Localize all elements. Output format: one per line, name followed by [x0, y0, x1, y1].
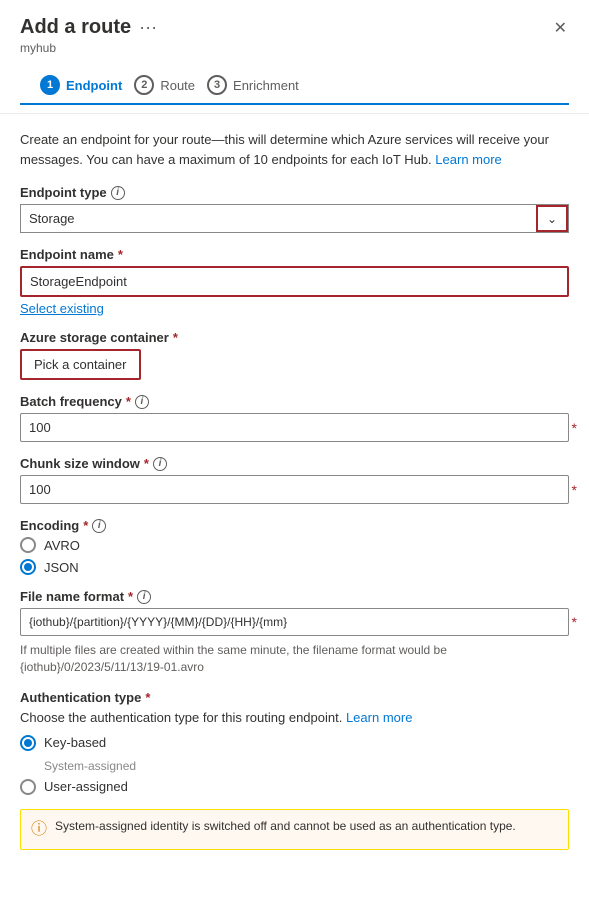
- chevron-down-icon: ⌄: [547, 212, 557, 226]
- auth-user-assigned-option[interactable]: User-assigned: [20, 779, 569, 795]
- key-based-radio-selected: [20, 735, 36, 751]
- chunk-size-group: Chunk size window * i *: [20, 456, 569, 504]
- auth-key-based-option[interactable]: Key-based: [20, 735, 569, 751]
- learn-more-link-description[interactable]: Learn more: [435, 152, 501, 167]
- panel-content: Create an endpoint for your route—this w…: [0, 114, 589, 866]
- file-name-format-label: File name format * i: [20, 589, 569, 604]
- json-radio-selected: [20, 559, 36, 575]
- step-label-enrichment: Enrichment: [233, 78, 299, 93]
- warning-box: ⓘ System-assigned identity is switched o…: [20, 809, 569, 850]
- panel-title: Add a route: [20, 16, 131, 39]
- key-based-label: Key-based: [44, 735, 106, 750]
- user-assigned-radio-unselected: [20, 779, 36, 795]
- step-label-endpoint: Endpoint: [66, 78, 122, 93]
- warning-text: System-assigned identity is switched off…: [55, 818, 516, 835]
- warning-icon: ⓘ: [31, 819, 47, 841]
- user-assigned-label: User-assigned: [44, 779, 128, 794]
- step-circle-2: 2: [134, 75, 154, 95]
- endpoint-name-group: Endpoint name * Select existing: [20, 247, 569, 316]
- endpoint-type-label: Endpoint type i: [20, 185, 569, 200]
- panel-subtitle: myhub: [20, 41, 569, 55]
- encoding-label: Encoding * i: [20, 518, 569, 533]
- storage-container-group: Azure storage container * Pick a contain…: [20, 330, 569, 380]
- json-label: JSON: [44, 560, 79, 575]
- chunk-size-required-indicator: *: [572, 482, 577, 498]
- pick-container-button[interactable]: Pick a container: [20, 349, 141, 380]
- batch-frequency-group: Batch frequency * i *: [20, 394, 569, 442]
- file-format-hint: If multiple files are created within the…: [20, 642, 569, 676]
- step-enrichment[interactable]: 3 Enrichment: [207, 69, 311, 103]
- avro-radio-unselected: [20, 537, 36, 553]
- endpoint-name-label: Endpoint name *: [20, 247, 569, 262]
- encoding-info-icon[interactable]: i: [92, 519, 106, 533]
- auth-type-radio-group: Key-based System-assigned User-assigned: [20, 735, 569, 795]
- file-format-info-icon[interactable]: i: [137, 590, 151, 604]
- add-route-panel: Add a route ··· myhub ✕ 1 Endpoint 2 Rou…: [0, 0, 589, 866]
- description-text: Create an endpoint for your route—this w…: [20, 130, 569, 169]
- endpoint-type-group: Endpoint type i Storage ⌄: [20, 185, 569, 233]
- step-circle-3: 3: [207, 75, 227, 95]
- auth-description: Choose the authentication type for this …: [20, 709, 569, 727]
- encoding-group: Encoding * i AVRO JSON: [20, 518, 569, 575]
- step-route[interactable]: 2 Route: [134, 69, 207, 103]
- panel-header: Add a route ··· myhub ✕ 1 Endpoint 2 Rou…: [0, 0, 589, 114]
- close-button[interactable]: ✕: [552, 16, 569, 40]
- avro-label: AVRO: [44, 538, 80, 553]
- system-assigned-label: System-assigned: [44, 759, 569, 773]
- auth-type-group: Authentication type * Choose the authent…: [20, 690, 569, 795]
- chunk-size-info-icon[interactable]: i: [153, 457, 167, 471]
- select-existing-link[interactable]: Select existing: [20, 301, 104, 316]
- encoding-option-avro[interactable]: AVRO: [20, 537, 569, 553]
- step-endpoint[interactable]: 1 Endpoint: [40, 69, 134, 105]
- chunk-size-input-wrapper: *: [20, 475, 569, 504]
- endpoint-name-input-wrapper: [20, 266, 569, 297]
- learn-more-link-auth[interactable]: Learn more: [346, 710, 412, 725]
- step-circle-1: 1: [40, 75, 60, 95]
- step-label-route: Route: [160, 78, 195, 93]
- endpoint-type-dropdown-button[interactable]: ⌄: [536, 205, 568, 232]
- file-format-required-indicator: *: [572, 614, 577, 630]
- batch-frequency-label: Batch frequency * i: [20, 394, 569, 409]
- encoding-option-json[interactable]: JSON: [20, 559, 569, 575]
- batch-frequency-input-wrapper: *: [20, 413, 569, 442]
- key-based-radio-inner: [24, 739, 32, 747]
- batch-frequency-info-icon[interactable]: i: [135, 395, 149, 409]
- endpoint-name-input[interactable]: [20, 266, 569, 297]
- chunk-size-label: Chunk size window * i: [20, 456, 569, 471]
- endpoint-type-select-wrapper: Storage ⌄: [20, 204, 569, 233]
- file-format-input-wrapper: *: [20, 608, 569, 636]
- auth-type-label: Authentication type *: [20, 690, 569, 705]
- file-name-format-group: File name format * i * If multiple files…: [20, 589, 569, 676]
- endpoint-type-value: Storage: [21, 205, 536, 232]
- json-radio-inner: [24, 563, 32, 571]
- batch-frequency-required-indicator: *: [572, 420, 577, 436]
- chunk-size-input[interactable]: [20, 475, 569, 504]
- storage-container-label: Azure storage container *: [20, 330, 569, 345]
- batch-frequency-input[interactable]: [20, 413, 569, 442]
- encoding-radio-group: AVRO JSON: [20, 537, 569, 575]
- more-options-icon[interactable]: ···: [139, 17, 157, 38]
- file-name-format-input[interactable]: [20, 608, 569, 636]
- endpoint-type-info-icon[interactable]: i: [111, 186, 125, 200]
- steps-bar: 1 Endpoint 2 Route 3 Enrichment: [20, 59, 569, 105]
